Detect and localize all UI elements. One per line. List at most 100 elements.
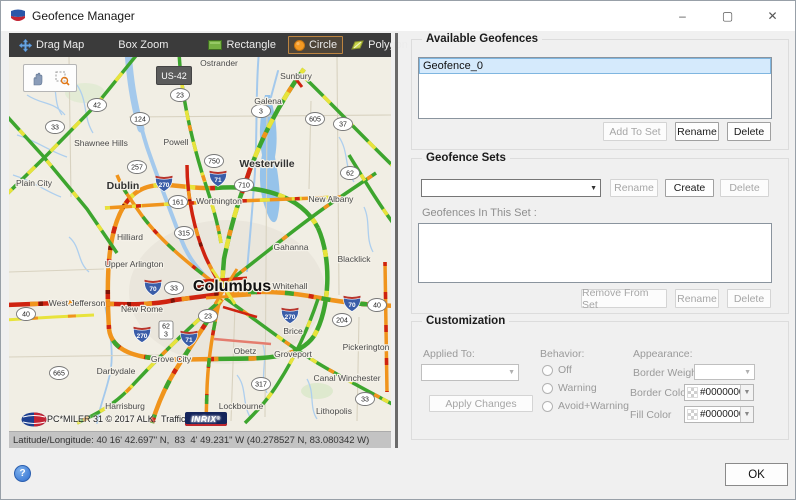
transparency-swatch-icon — [687, 409, 698, 420]
behavior-option-warning[interactable]: Warning — [542, 382, 597, 394]
behavior-label: Behavior: — [540, 348, 584, 360]
route-shield: 3 — [252, 105, 271, 118]
route-shield: 37 — [334, 118, 353, 131]
city-label: Obetz — [234, 346, 257, 356]
city-label: Canal Winchester — [313, 373, 380, 383]
border-color-value: #00000000 — [700, 387, 740, 398]
drag-map-tool[interactable]: Drag Map — [19, 39, 84, 52]
map-attribution: PC*MILER 31 © 2017 ALK. Traffic By INRIX… — [9, 412, 391, 428]
title-bar[interactable]: Geofence Manager – ▢ ✕ — [1, 1, 795, 31]
city-label: Upper Arlington — [105, 259, 164, 269]
route-shield: 40 — [17, 308, 36, 321]
city-label: Grove City — [151, 354, 192, 364]
behavior-option-off[interactable]: Off — [542, 364, 572, 376]
route-shield: 23 — [171, 89, 190, 102]
rename-in-set-button[interactable]: Rename — [675, 289, 719, 308]
delete-set-button[interactable]: Delete — [720, 179, 769, 197]
route-shield: 605 — [306, 113, 325, 126]
city-label: Sunbury — [280, 71, 312, 81]
fill-color-picker[interactable]: #00000000 ▼ — [684, 406, 754, 423]
maximize-button[interactable]: ▢ — [705, 1, 750, 31]
pan-hand-icon[interactable] — [30, 71, 44, 86]
route-shield: 71 — [209, 171, 226, 187]
applied-to-select[interactable]: ▼ — [421, 364, 519, 381]
behavior-option-avoid-warning[interactable]: Avoid+Warning — [542, 400, 629, 412]
city-label: Brice — [283, 326, 303, 336]
radio-icon — [542, 401, 553, 412]
geofences-in-set-list[interactable] — [418, 223, 772, 283]
circle-tool[interactable]: Circle — [288, 36, 343, 54]
map-toolbar: Drag Map Box Zoom Rectangle Circle Polyg… — [9, 33, 391, 57]
route-shield: 750 — [205, 155, 224, 168]
remove-from-set-button[interactable]: Remove From Set — [581, 289, 667, 308]
city-label: Harrisburg — [105, 401, 145, 411]
svg-text:3: 3 — [259, 109, 263, 116]
city-label: Westerville — [239, 158, 294, 170]
border-color-picker[interactable]: #00000000 ▼ — [684, 384, 754, 401]
fill-color-value: #00000000 — [700, 409, 740, 420]
route-shield: 33 — [46, 121, 65, 134]
svg-text:33: 33 — [51, 125, 59, 132]
city-label: New Albany — [309, 194, 355, 204]
delete-in-set-button[interactable]: Delete — [727, 289, 771, 308]
city-label: Lockbourne — [219, 401, 264, 411]
box-zoom-icon[interactable] — [55, 71, 70, 86]
list-item[interactable]: Geofence_0 — [419, 58, 771, 74]
svg-text:315: 315 — [178, 231, 190, 238]
map-canvas[interactable]: 2707170270712707042332312425775071016131… — [9, 57, 391, 431]
create-set-button[interactable]: Create — [665, 179, 714, 197]
close-button[interactable]: ✕ — [750, 1, 795, 31]
add-to-set-button[interactable]: Add To Set — [603, 122, 667, 141]
svg-text:40: 40 — [22, 312, 30, 319]
city-label: Whitehall — [273, 281, 308, 291]
city-label: Blacklick — [337, 254, 371, 264]
delete-geofence-button[interactable]: Delete — [727, 122, 771, 141]
rectangle-icon — [208, 40, 222, 50]
city-label: Ostrander — [200, 58, 238, 68]
circle-icon — [294, 40, 305, 51]
route-shield: 317 — [252, 378, 271, 391]
route-shield: 124 — [131, 113, 150, 126]
border-weight-select[interactable]: ▼ — [694, 364, 755, 380]
geofence-sets-title: Geofence Sets — [422, 152, 510, 164]
city-label: Hilliard — [117, 232, 143, 242]
available-geofences-list[interactable]: Geofence_0 — [418, 57, 772, 119]
customization-group: Customization Applied To: ▼ Apply Change… — [411, 321, 789, 440]
ok-button[interactable]: OK — [725, 463, 788, 486]
svg-text:42: 42 — [93, 103, 101, 110]
geofence-set-select[interactable]: ▼ — [421, 179, 601, 197]
rename-geofence-button[interactable]: Rename — [675, 122, 719, 141]
geofence-manager-window: Geofence Manager – ▢ ✕ Drag Map Box Zoom… — [0, 0, 796, 500]
svg-text:23: 23 — [204, 314, 212, 321]
map-mode-overlay — [23, 64, 77, 92]
route-shield: 710 — [235, 179, 254, 192]
route-shield: 42 — [88, 99, 107, 112]
city-label: Plain City — [16, 178, 53, 188]
geofence-sets-group: Geofence Sets ▼ Rename Create Delete Geo… — [411, 158, 789, 314]
rectangle-tool[interactable]: Rectangle — [208, 39, 276, 51]
city-label: Groveport — [274, 349, 312, 359]
route-shield: 62 — [341, 167, 360, 180]
customization-title: Customization — [422, 315, 509, 327]
city-label: Dublin — [107, 180, 140, 192]
svg-text:33: 33 — [170, 286, 178, 293]
route-shield: 315 — [175, 227, 194, 240]
svg-text:70: 70 — [149, 286, 157, 293]
rename-set-button[interactable]: Rename — [610, 179, 658, 197]
route-shield: 70 — [343, 296, 360, 312]
svg-text:37: 37 — [339, 122, 347, 129]
panel-divider — [395, 33, 398, 448]
rectangle-label: Rectangle — [226, 39, 276, 51]
apply-changes-button[interactable]: Apply Changes — [429, 395, 533, 412]
drag-map-icon — [19, 39, 32, 52]
minimize-button[interactable]: – — [660, 1, 705, 31]
svg-text:665: 665 — [53, 371, 65, 378]
attribution-text: PC*MILER 31 © 2017 ALK. Traffic By — [47, 414, 199, 424]
chevron-down-icon: ▼ — [744, 369, 751, 376]
help-icon[interactable]: ? — [14, 465, 31, 482]
box-zoom-tool[interactable]: Box Zoom — [118, 39, 168, 51]
polygon-tool[interactable]: Polygon — [351, 39, 408, 51]
city-label: Pickerington — [343, 342, 390, 352]
applied-to-label: Applied To: — [423, 348, 475, 360]
svg-text:62: 62 — [162, 324, 170, 331]
